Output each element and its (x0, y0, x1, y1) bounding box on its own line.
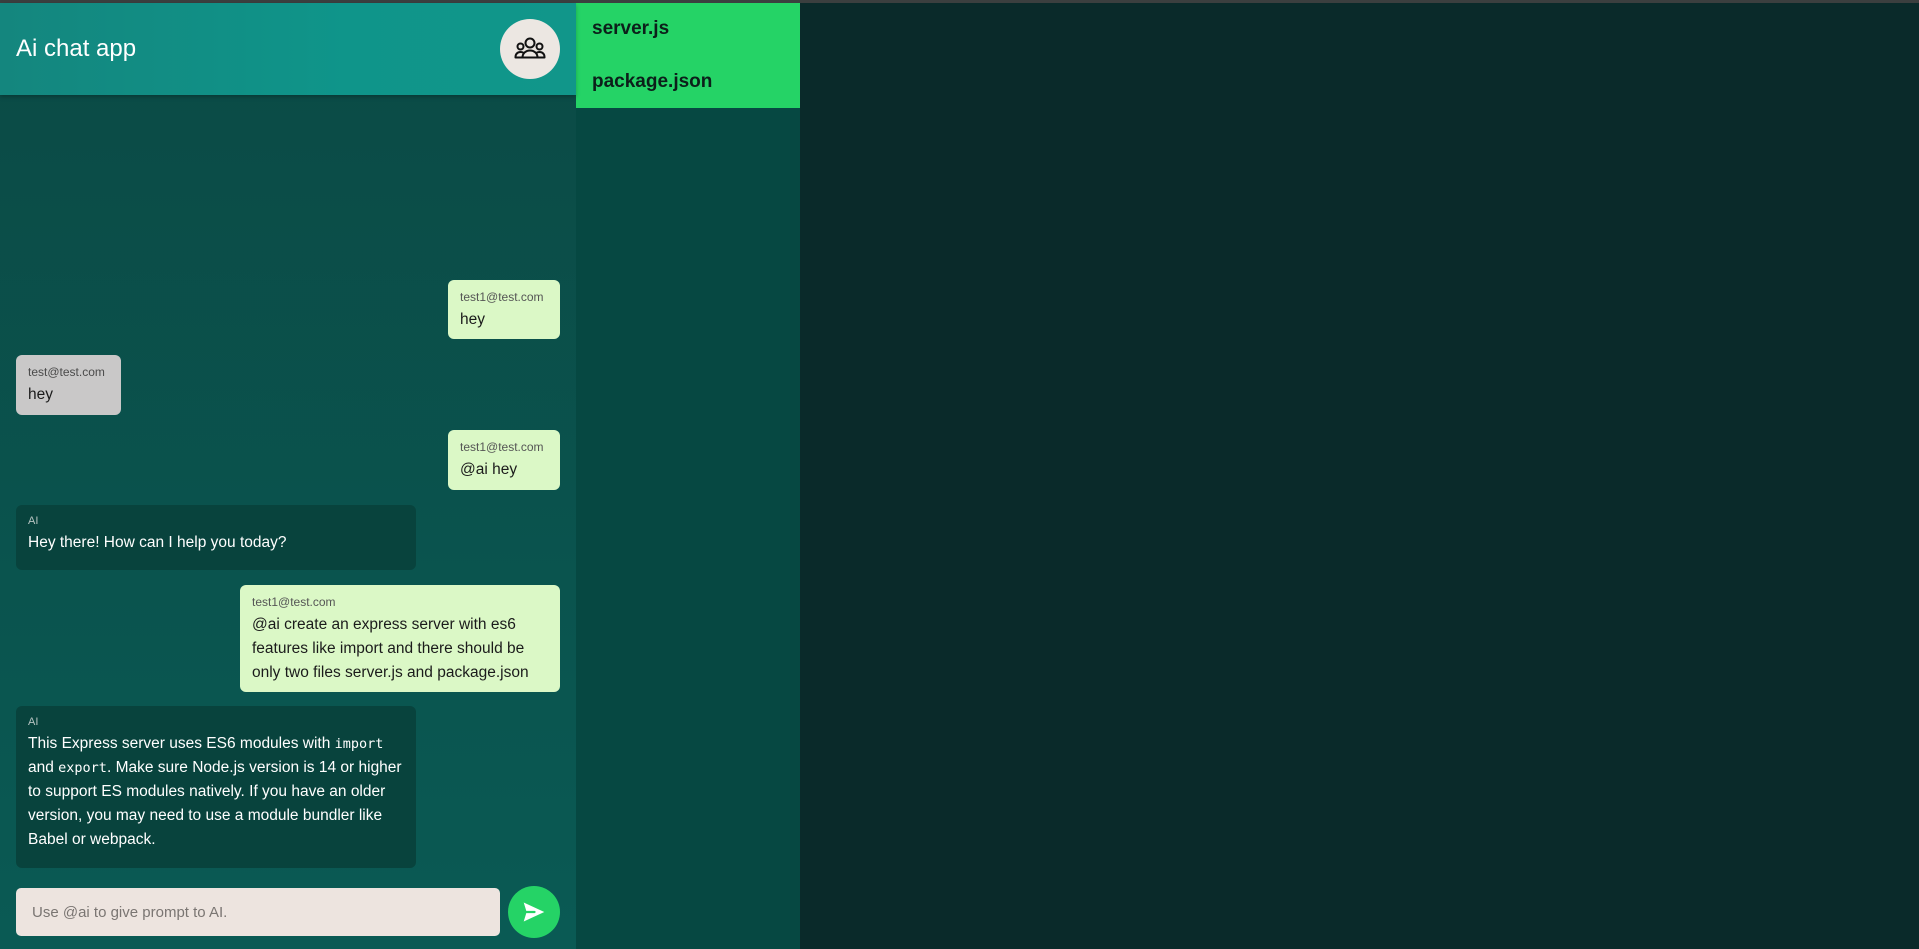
app-root: Ai chat app test1@test.com hey test@test… (0, 3, 1919, 949)
prompt-input[interactable] (16, 888, 500, 936)
users-group-icon (514, 37, 546, 59)
message-sender: test1@test.com (460, 440, 544, 454)
send-button[interactable] (508, 886, 560, 938)
message-text: hey (28, 386, 53, 403)
ai-message-bubble: AI This Express server uses ES6 modules … (16, 706, 416, 868)
composer (16, 885, 560, 939)
inline-code: import (334, 736, 384, 752)
message-text: @ai create an express server with es6 fe… (252, 616, 529, 681)
message-bubble: test@test.com hey (16, 355, 121, 415)
file-tree: server.js package.json (576, 3, 800, 949)
message-text-part: and (28, 759, 59, 776)
message-sender: AI (28, 716, 39, 728)
app-title: Ai chat app (16, 35, 137, 62)
chat-panel: Ai chat app test1@test.com hey test@test… (0, 3, 576, 949)
message-text: hey (460, 311, 485, 328)
message-sender: test1@test.com (460, 290, 544, 304)
file-name: package.json (592, 70, 713, 92)
message-list: test1@test.com hey test@test.com hey tes… (0, 95, 576, 949)
message-sender: AI (28, 515, 39, 527)
message-text: Hey there! How can I help you today? (28, 534, 287, 551)
file-item-package-json[interactable]: package.json (576, 55, 800, 108)
code-editor-area[interactable] (800, 3, 1919, 949)
collaborators-button[interactable] (500, 19, 560, 79)
message-text-part: This Express server uses ES6 modules wit… (28, 735, 335, 752)
message-bubble: test1@test.com hey (448, 280, 560, 339)
inline-code: export (58, 760, 107, 776)
chat-header: Ai chat app (0, 3, 576, 95)
message-sender: test@test.com (28, 365, 105, 379)
file-item-server-js[interactable]: server.js (576, 3, 800, 55)
send-icon (523, 902, 545, 922)
message-text: This Express server uses ES6 modules wit… (28, 732, 404, 852)
message-sender: test1@test.com (252, 595, 336, 609)
message-bubble: test1@test.com @ai hey (448, 430, 560, 490)
message-bubble: test1@test.com @ai create an express ser… (240, 585, 560, 692)
ai-message-bubble: AI Hey there! How can I help you today? (16, 505, 416, 570)
message-text: @ai hey (460, 461, 518, 478)
file-name: server.js (592, 18, 670, 39)
